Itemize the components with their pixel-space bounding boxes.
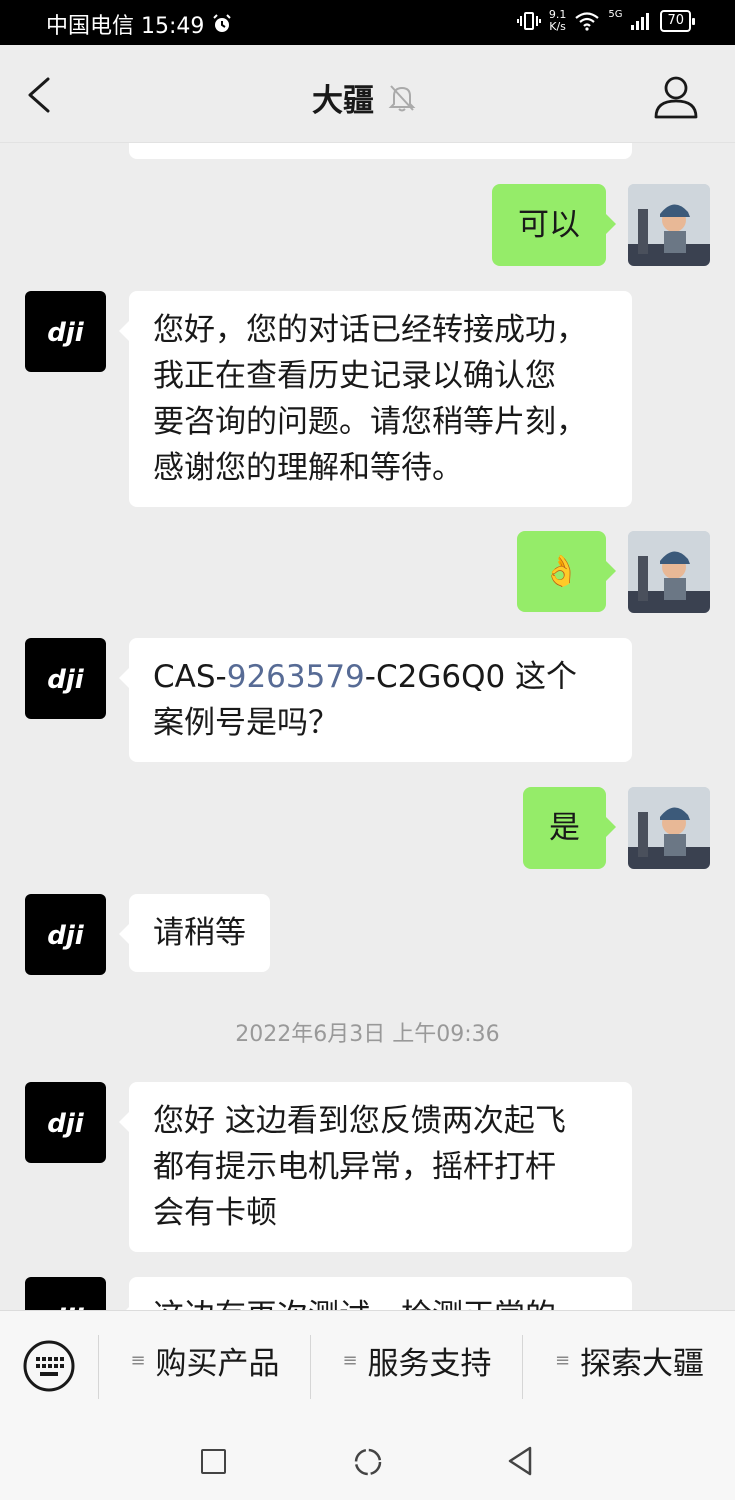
person-icon[interactable] (652, 73, 700, 119)
carrier-time: 中国电信 15:49 (46, 14, 205, 39)
menu-divider (98, 1335, 99, 1399)
dji-avatar[interactable]: dji (25, 638, 106, 719)
chat-header: 大疆 (0, 45, 735, 143)
user-avatar[interactable] (628, 531, 710, 613)
menu-lines-icon: ≡ (342, 1349, 358, 1371)
back-arrow-icon[interactable] (22, 73, 62, 117)
mute-bell-icon (388, 84, 416, 111)
dji-message-bubble[interactable]: CAS-9263579-C2G6Q0 这个 案例号是吗？ (119, 638, 632, 762)
dji-logo-icon: dji (47, 665, 85, 695)
my-message-bubble[interactable]: 可以 (492, 184, 616, 266)
dji-avatar[interactable]: dji (25, 291, 106, 372)
battery-indicator: 70 (660, 10, 695, 32)
dji-logo-icon: dji (47, 921, 85, 951)
menu-explore-dji[interactable]: ≡ 探索大疆 (524, 1327, 735, 1393)
wifi-icon (575, 12, 600, 31)
chat-messages[interactable]: 可以 dji 您好，您的对话已经转接成功， 我正在查看历史记录以确认您 要咨询的… (0, 143, 735, 1310)
menu-lines-icon: ≡ (130, 1349, 146, 1371)
svg-text:dji: dji (47, 921, 85, 951)
dji-logo-icon: dji (47, 1109, 85, 1139)
home-button[interactable] (354, 1448, 382, 1476)
user-avatar-image (628, 184, 710, 266)
my-message-bubble[interactable]: 👌 (516, 531, 617, 612)
user-avatar[interactable] (628, 184, 710, 266)
svg-text:dji: dji (47, 1109, 85, 1139)
dji-message-bubble[interactable]: 请稍等 (119, 894, 270, 972)
dji-message-bubble[interactable]: 您好 这边看到您反馈两次起飞 都有提示电机异常，摇杆打杆 会有卡顿 (119, 1082, 632, 1252)
user-avatar[interactable] (628, 787, 710, 869)
keyboard-icon[interactable] (22, 1339, 76, 1393)
svg-text:dji: dji (47, 318, 85, 348)
menu-lines-icon: ≡ (554, 1349, 571, 1371)
dji-logo-icon: dji (47, 318, 85, 348)
vibrate-icon (516, 12, 541, 30)
menu-service-support[interactable]: ≡ 服务支持 (312, 1327, 522, 1393)
message-timestamp: 2022年6月3日 上午09:36 (235, 1022, 500, 1047)
my-message-bubble[interactable]: 是 (523, 787, 616, 869)
chat-title: 大疆 (312, 83, 374, 119)
user-avatar-image (628, 531, 710, 613)
service-menu-bar: ≡ 购买产品 ≡ 服务支持 ≡ 探索大疆 (0, 1310, 735, 1424)
dji-avatar[interactable]: dji (25, 1082, 106, 1163)
menu-divider (310, 1335, 311, 1399)
dji-message-bubble[interactable]: 您好，您的对话已经转接成功， 我正在查看历史记录以确认您 要咨询的问题。请您稍等… (119, 291, 632, 507)
alarm-icon (213, 14, 232, 32)
menu-buy-products[interactable]: ≡ 购买产品 (100, 1327, 310, 1393)
dji-message-bubble[interactable]: 这边有再次测试，检测正常的 (119, 1277, 632, 1310)
network-speed: 9.1 K/s (548, 8, 567, 33)
menu-divider (522, 1335, 523, 1399)
network-type: 5G (608, 9, 623, 20)
back-button[interactable] (506, 1445, 534, 1477)
recents-button[interactable] (201, 1449, 226, 1474)
signal-icon (631, 13, 650, 30)
dji-logo-icon: dji (47, 1304, 85, 1310)
status-bar: 中国电信 15:49 9.1 K/s 5G 70 (0, 0, 735, 45)
user-avatar-image (628, 787, 710, 869)
system-navigation-bar (0, 1424, 735, 1500)
dji-avatar[interactable]: dji (25, 894, 106, 975)
svg-text:dji: dji (47, 665, 85, 695)
dji-avatar[interactable]: dji (25, 1277, 106, 1310)
message-bubble-partial (129, 143, 632, 159)
case-number-link[interactable]: 9263579 (227, 659, 365, 695)
